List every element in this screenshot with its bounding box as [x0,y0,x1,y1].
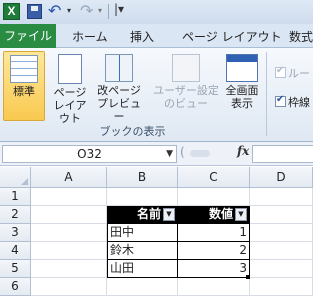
toolbar-separator [108,4,109,19]
ribbon-tabs: ファイル ホーム 挿入 ページ レイアウト 数式 [0,24,313,48]
filter-dropdown-icon[interactable]: ▼ [235,208,247,221]
page-break-icon [105,54,133,82]
cell-b6[interactable] [107,278,178,296]
customize-toolbar-icon[interactable]: |▾ [114,2,124,16]
table-header-value[interactable]: 数値 ▼ [178,206,250,224]
cell-d4[interactable] [250,242,313,260]
tab-page-layout[interactable]: ページ レイアウト [182,28,282,47]
undo-icon[interactable]: ↶ [48,1,61,20]
custom-views-icon [172,54,200,82]
cell-b1[interactable] [107,188,178,206]
cell-d1[interactable] [250,188,313,206]
group-separator [266,52,267,136]
undo-dropdown-icon[interactable]: ▾ [67,6,71,15]
column-header-b[interactable]: B [107,167,178,188]
full-screen-button[interactable]: 全画面 表示 [222,51,262,121]
cell-c1[interactable] [178,188,250,206]
table-header-name[interactable]: 名前 ▼ [107,206,178,224]
workbook-views-group-label: ブックの表示 [99,125,166,138]
full-screen-label-1: 全画面 [225,84,259,97]
cell-d3[interactable] [250,224,313,242]
table-resize-handle[interactable] [246,275,250,279]
ruler-checkbox: ルー [275,65,310,81]
cell-a4[interactable] [31,242,107,260]
cell-d2[interactable] [250,206,313,224]
gridlines-checkbox-icon[interactable] [275,94,286,107]
excel-logo-icon[interactable]: X [3,3,20,20]
row-header-5[interactable]: 5 [0,260,31,278]
worksheet-grid: A B C D 1 2 3 4 5 6 名前 ▼ 数値 ▼ 田中 1 鈴木 2 … [0,167,313,303]
table-cell-value[interactable]: 2 [178,242,250,260]
normal-view-icon [10,55,38,83]
table-cell-value[interactable]: 1 [178,224,250,242]
table-header-value-label: 数値 [208,207,233,221]
table-cell-name[interactable]: 鈴木 [107,242,178,260]
redo-icon: ↷ [80,1,94,20]
tab-formulas[interactable]: 数式 [289,28,313,47]
ruler-label: ルー [288,67,310,80]
cell-a2[interactable] [31,206,107,224]
cell-c6[interactable] [178,278,250,296]
formula-bar: O32 ▼ ( fx [0,142,313,166]
normal-view-label: 標準 [13,85,35,98]
name-box-value: O32 [77,147,102,161]
table-cell-name[interactable]: 田中 [107,224,178,242]
cell-a1[interactable] [31,188,107,206]
page-break-label-2: プレビュー [97,97,141,123]
save-icon[interactable] [27,4,42,19]
redo-dropdown-icon: ▾ [98,6,103,15]
formula-bar-resize-handle[interactable] [190,150,210,157]
cell-a3[interactable] [31,224,107,242]
cell-d6[interactable] [250,278,313,296]
page-layout-icon [58,54,82,84]
page-break-preview-button[interactable]: 改ページ プレビュー [94,51,144,123]
row-header-1[interactable]: 1 [0,188,31,206]
gridlines-checkbox[interactable]: 枠線 [275,94,310,110]
cell-d5[interactable] [250,260,313,278]
formula-input[interactable] [252,145,313,163]
table-cell-name[interactable]: 山田 [107,260,178,278]
quick-access-toolbar: X ↶ ▾ ↷ ▾ |▾ [0,0,313,24]
cell-a5[interactable] [31,260,107,278]
ruler-checkbox-icon [275,65,286,78]
column-header-a[interactable]: A [31,167,107,188]
normal-view-button[interactable]: 標準 [3,51,45,121]
formula-bar-bracket-icon: ( [180,145,185,159]
custom-views-button: ユーザー設定 のビュー [150,51,222,121]
cell-a6[interactable] [31,278,107,296]
row-header-3[interactable]: 3 [0,224,31,242]
custom-views-label-1: ユーザー設定 [153,84,219,97]
custom-views-label-2: のビュー [164,97,208,110]
filter-dropdown-icon[interactable]: ▼ [163,208,175,221]
page-break-label-1: 改ページ [97,84,141,97]
page-layout-label-1: ページ [53,86,87,99]
tab-file[interactable]: ファイル [0,24,56,48]
row-header-6[interactable]: 6 [0,278,31,296]
page-layout-view-button[interactable]: ページ レイアウト [50,51,90,125]
page-layout-label-2: レイアウト [53,99,87,125]
column-header-d[interactable]: D [250,167,313,188]
row-header-4[interactable]: 4 [0,242,31,260]
full-screen-icon [226,54,258,82]
row-header-2[interactable]: 2 [0,206,31,224]
name-box-dropdown-icon[interactable]: ▼ [166,146,173,162]
ribbon-view-group: 標準 ページ レイアウト 改ページ プレビュー ユーザー設定 のビュー 全画面 … [0,48,313,142]
tab-home[interactable]: ホーム [72,28,108,47]
table-header-name-label: 名前 [136,207,161,221]
full-screen-label-2: 表示 [231,97,253,110]
tab-insert[interactable]: 挿入 [130,28,154,47]
name-box[interactable]: O32 ▼ [2,145,177,163]
select-all-corner[interactable] [0,167,31,188]
column-header-c[interactable]: C [178,167,250,188]
table-cell-value[interactable]: 3 [178,260,250,278]
gridlines-label: 枠線 [288,96,310,109]
insert-function-icon[interactable]: fx [237,144,249,158]
